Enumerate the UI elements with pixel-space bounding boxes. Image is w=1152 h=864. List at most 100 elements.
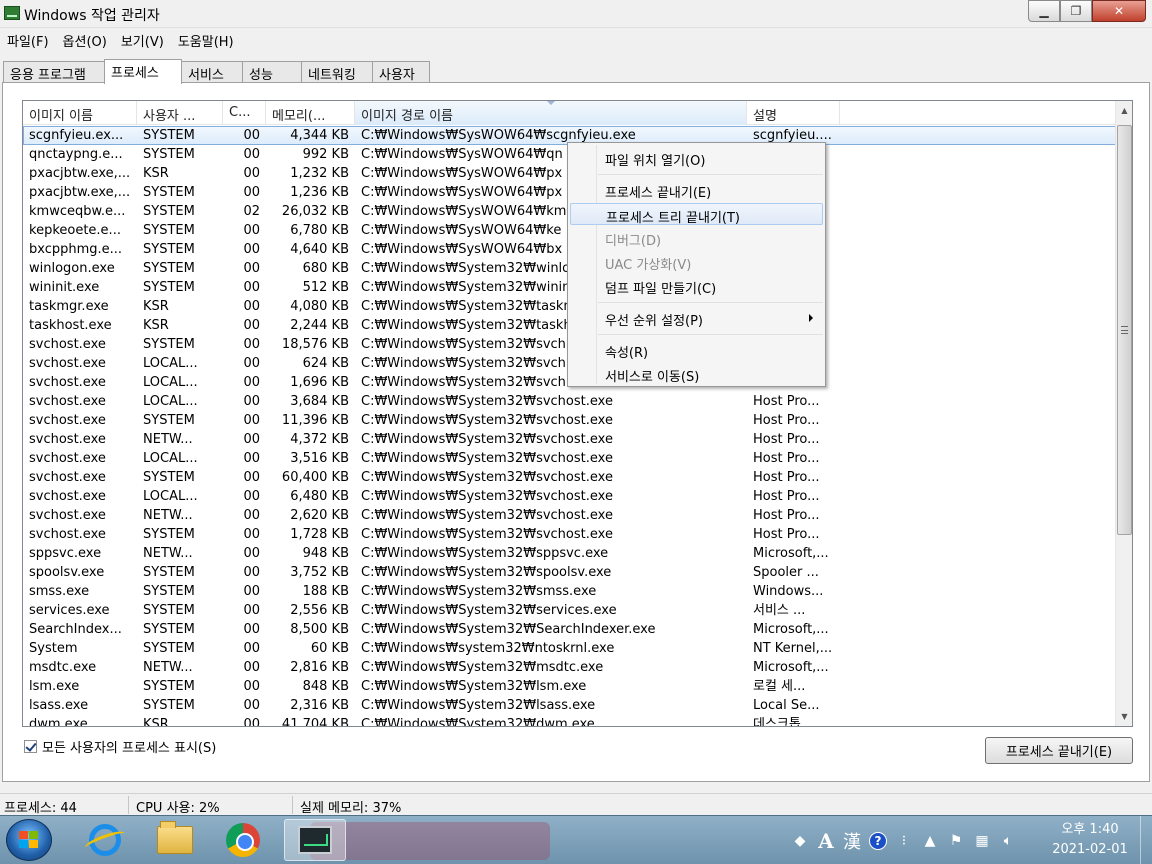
taskbar-chrome[interactable] <box>212 819 274 861</box>
tab-processes[interactable]: 프로세스 <box>104 59 182 84</box>
taskbar-explorer[interactable] <box>144 819 206 861</box>
tab-services[interactable]: 서비스 <box>181 61 243 83</box>
context-menu-item-label: 우선 순위 설정(P) <box>605 314 704 329</box>
column-cpu[interactable]: C... <box>223 101 266 125</box>
show-all-users-checkbox[interactable] <box>24 740 37 753</box>
language-bar-icon[interactable]: ◆ <box>790 831 810 851</box>
network-icon[interactable]: ▦ <box>972 831 992 851</box>
table-row[interactable]: lsm.exe SYSTEM 00 848 KB C:₩Windows₩System32… <box>23 677 1116 696</box>
tab-strip: 응용 프로그램 프로세스 서비스 성능 네트워킹 사용자 <box>3 59 430 84</box>
scroll-down-arrow-icon[interactable]: ▼ <box>1116 708 1132 725</box>
context-menu-item[interactable]: 속성(R) <box>570 339 823 361</box>
cell-cpu: 00 <box>243 546 260 561</box>
context-menu-item[interactable]: 파일 위치 열기(O) <box>570 147 823 169</box>
cell-image-path: C:₩Windows₩System32₩svchost.exe <box>361 527 613 542</box>
help-icon[interactable]: ? <box>869 832 887 850</box>
scroll-thumb[interactable] <box>1117 125 1132 535</box>
column-memory[interactable]: 메모리(... <box>266 101 355 125</box>
table-row[interactable]: sppsvc.exe NETW... 00 948 KB C:₩Windows₩Syst… <box>23 544 1116 563</box>
system-clock[interactable]: 오후 1:40 2021-02-01 <box>1040 820 1140 860</box>
table-row[interactable]: lsass.exe SYSTEM 00 2,316 KB C:₩Windows₩Syst… <box>23 696 1116 715</box>
start-button[interactable] <box>6 819 52 861</box>
cell-description: Microsoft,... <box>753 622 829 637</box>
column-user[interactable]: 사용자 ... <box>137 101 223 125</box>
show-all-users[interactable]: 모든 사용자의 프로세스 표시(S) <box>24 737 216 756</box>
cell-cpu: 00 <box>243 413 260 428</box>
cell-image-name: msdtc.exe <box>29 660 97 675</box>
table-row[interactable]: dwm.exe KSR 00 41,704 KB C:₩Windows₩System32… <box>23 715 1116 726</box>
ime-mode-icon[interactable]: A <box>816 829 836 853</box>
table-row[interactable]: svchost.exe NETW... 00 2,620 KB C:₩Windows₩S… <box>23 506 1116 525</box>
context-menu-item[interactable]: 덤프 파일 만들기(C) <box>570 275 823 297</box>
volume-icon[interactable]: 🔈︎ <box>998 831 1018 851</box>
cell-memory: 992 KB <box>302 147 349 162</box>
tab-performance[interactable]: 성능 <box>242 61 302 83</box>
column-description[interactable]: 설명 <box>747 101 840 125</box>
menu-file[interactable]: 파일(F) <box>0 28 56 52</box>
cell-image-path: C:₩Windows₩System32₩lsass.exe <box>361 698 596 713</box>
cell-image-name: scgnfyieu.ex... <box>29 128 124 143</box>
cell-description: Host Pro... <box>753 489 820 504</box>
show-hidden-icons[interactable]: ▲ <box>920 831 940 851</box>
show-desktop-button[interactable] <box>1140 816 1152 864</box>
menu-help[interactable]: 도움말(H) <box>171 28 241 52</box>
cell-memory: 2,620 KB <box>290 508 349 523</box>
cell-memory: 680 KB <box>302 261 349 276</box>
cell-user: SYSTEM <box>143 147 195 162</box>
cell-image-name: wininit.exe <box>29 280 100 295</box>
taskbar-internet-explorer[interactable] <box>74 819 136 861</box>
table-row[interactable]: msdtc.exe NETW... 00 2,816 KB C:₩Windows₩Sys… <box>23 658 1116 677</box>
table-row[interactable]: SearchIndex... SYSTEM 00 8,500 KB C:₩Windows… <box>23 620 1116 639</box>
table-row[interactable]: smss.exe SYSTEM 00 188 KB C:₩Windows₩System3… <box>23 582 1116 601</box>
end-process-button[interactable]: 프로세스 끝내기(E) <box>985 737 1133 764</box>
cell-image-name: svchost.exe <box>29 508 106 523</box>
ime-hanja-icon[interactable]: 漢 <box>842 831 862 853</box>
context-menu-item[interactable]: 우선 순위 설정(P) <box>570 307 823 329</box>
cell-image-name: sppsvc.exe <box>29 546 102 561</box>
table-row[interactable]: svchost.exe SYSTEM 00 60,400 KB C:₩Windows₩S… <box>23 468 1116 487</box>
cell-user: SYSTEM <box>143 622 195 637</box>
table-row[interactable]: svchost.exe SYSTEM 00 11,396 KB C:₩Windows₩S… <box>23 411 1116 430</box>
ime-options-icon[interactable]: ⁝ <box>894 831 914 851</box>
table-row[interactable]: System SYSTEM 00 60 KB C:₩Windows₩system32₩n… <box>23 639 1116 658</box>
vertical-scrollbar[interactable]: ▲ ▼ <box>1115 101 1132 726</box>
tab-users[interactable]: 사용자 <box>372 61 430 83</box>
cell-image-name: dwm.exe <box>29 717 88 726</box>
cell-image-name: svchost.exe <box>29 527 106 542</box>
cell-image-path: C:₩Windows₩System32₩SearchIndexer.exe <box>361 622 656 637</box>
status-separator <box>292 796 293 814</box>
cell-image-name: svchost.exe <box>29 413 106 428</box>
table-row[interactable]: svchost.exe LOCAL... 00 3,516 KB C:₩Windows₩… <box>23 449 1116 468</box>
table-row[interactable]: svchost.exe LOCAL... 00 6,480 KB C:₩Windows₩… <box>23 487 1116 506</box>
taskbar-task-manager[interactable] <box>284 819 346 861</box>
tab-networking[interactable]: 네트워킹 <box>301 61 373 83</box>
table-row[interactable]: spoolsv.exe SYSTEM 00 3,752 KB C:₩Windows₩Sy… <box>23 563 1116 582</box>
context-menu-item[interactable]: 프로세스 끝내기(E) <box>570 179 823 201</box>
close-button[interactable]: ✕ <box>1092 0 1146 22</box>
cell-image-name: lsass.exe <box>29 698 89 713</box>
cell-image-name: svchost.exe <box>29 375 106 390</box>
minimize-button[interactable]: ▁ <box>1028 0 1060 22</box>
table-row[interactable]: svchost.exe SYSTEM 00 1,728 KB C:₩Windows₩Sy… <box>23 525 1116 544</box>
context-menu-item[interactable]: 서비스로 이동(S) <box>570 363 823 385</box>
cell-cpu: 00 <box>243 660 260 675</box>
cell-image-path: C:₩Windows₩System32₩lsm.exe <box>361 679 587 694</box>
menu-options[interactable]: 옵션(O) <box>56 28 114 52</box>
context-menu-item[interactable]: 프로세스 트리 끝내기(T) <box>570 203 823 226</box>
scroll-up-arrow-icon[interactable]: ▲ <box>1116 102 1132 119</box>
table-row[interactable]: svchost.exe NETW... 00 4,372 KB C:₩Windows₩S… <box>23 430 1116 449</box>
action-center-flag-icon[interactable]: ⚑ <box>946 831 966 851</box>
table-row[interactable]: services.exe SYSTEM 00 2,556 KB C:₩Windows₩S… <box>23 601 1116 620</box>
table-row[interactable]: svchost.exe LOCAL... 00 3,684 KB C:₩Windows₩… <box>23 392 1116 411</box>
menu-view[interactable]: 보기(V) <box>114 28 171 52</box>
tab-applications[interactable]: 응용 프로그램 <box>3 61 105 83</box>
cell-image-name: svchost.exe <box>29 432 106 447</box>
maximize-button[interactable]: ❐ <box>1060 0 1092 22</box>
column-image-name[interactable]: 이미지 이름 <box>23 101 137 125</box>
cell-user: SYSTEM <box>143 223 195 238</box>
context-menu: 파일 위치 열기(O) 프로세스 끝내기(E) 프로세스 트리 끝내기(T) 디버그(… <box>567 142 826 387</box>
column-image-path[interactable]: 이미지 경로 이름 <box>355 101 747 125</box>
cell-cpu: 00 <box>243 147 260 162</box>
windows-logo-icon <box>19 831 39 849</box>
cell-memory: 18,576 KB <box>281 337 349 352</box>
